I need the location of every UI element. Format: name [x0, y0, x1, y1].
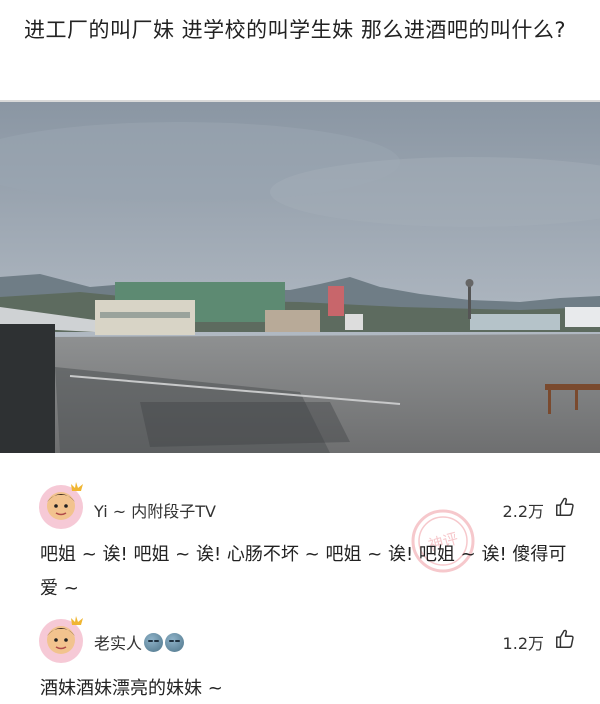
comment-item: Yi ~ 内附段子TV 2.2万 神评 吧姐 ~ 诶! 吧姐 ~ 诶! 心肠不坏…	[0, 456, 600, 606]
comment-username[interactable]: 老实人	[94, 630, 185, 654]
avatar-icon[interactable]	[36, 480, 86, 530]
post-photo[interactable]	[0, 102, 600, 453]
post-title: 进工厂的叫厂妹 进学校的叫学生妹 那么进酒吧的叫什么?	[24, 18, 566, 42]
comment-username-text: 老实人	[94, 634, 143, 653]
comment-username[interactable]: Yi ~ 内附段子TV	[94, 498, 216, 522]
comment-like-count: 1.2万	[502, 634, 544, 653]
comment-text: 吧姐 ~ 诶! 吧姐 ~ 诶! 心肠不坏 ~ 吧姐 ~ 诶! 吧姐 ~ 诶! 傻…	[40, 544, 567, 599]
post-card: 进工厂的叫厂妹 进学校的叫学生妹 那么进酒吧的叫什么?	[0, 0, 600, 100]
photo-rooftop-icon	[0, 102, 600, 453]
comment-text: 酒妹酒妹漂亮的妹妹 ~	[40, 678, 223, 699]
moon-face-emoji-icon	[144, 633, 164, 652]
comments-section: Yi ~ 内附段子TV 2.2万 神评 吧姐 ~ 诶! 吧姐 ~ 诶! 心肠不坏…	[0, 456, 600, 704]
moon-face-emoji-icon	[165, 633, 185, 652]
comment-item: 老实人 1.2万 酒妹酒妹漂亮的妹妹 ~	[0, 606, 600, 704]
avatar-icon[interactable]	[36, 614, 86, 664]
thumbs-up-icon[interactable]	[554, 496, 576, 518]
comment-like-count: 2.2万	[502, 502, 544, 521]
thumbs-up-icon[interactable]	[554, 628, 576, 650]
